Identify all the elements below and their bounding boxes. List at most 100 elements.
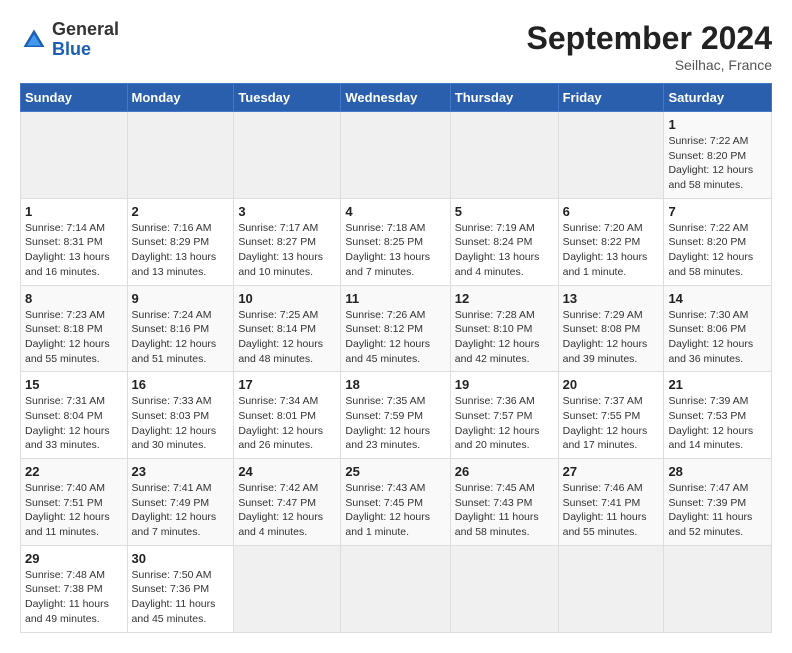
page-header: General Blue September 2024 Seilhac, Fra… xyxy=(20,20,772,73)
logo-general-text: General xyxy=(52,19,119,39)
calendar-week-row: 29Sunrise: 7:48 AMSunset: 7:38 PMDayligh… xyxy=(21,545,772,632)
calendar-cell: 19Sunrise: 7:36 AMSunset: 7:57 PMDayligh… xyxy=(450,372,558,459)
day-info: Sunrise: 7:31 AMSunset: 8:04 PMDaylight:… xyxy=(25,395,110,451)
calendar-cell xyxy=(558,545,664,632)
calendar-cell: 21Sunrise: 7:39 AMSunset: 7:53 PMDayligh… xyxy=(664,372,772,459)
day-number: 27 xyxy=(563,464,660,479)
day-info: Sunrise: 7:24 AMSunset: 8:16 PMDaylight:… xyxy=(132,309,217,365)
weekday-header-monday: Monday xyxy=(127,84,234,112)
day-number: 19 xyxy=(455,377,554,392)
month-title: September 2024 xyxy=(527,20,772,57)
day-number: 16 xyxy=(132,377,230,392)
day-number: 3 xyxy=(238,204,336,219)
day-number: 9 xyxy=(132,291,230,306)
calendar-cell: 10 Sunrise: 7:25 AMSunset: 8:14 PMDayligh… xyxy=(234,285,341,372)
day-info: Sunrise: 7:48 AMSunset: 7:38 PMDaylight:… xyxy=(25,569,109,625)
day-number: 7 xyxy=(668,204,767,219)
calendar-cell: 15 Sunrise: 7:31 AMSunset: 8:04 PMDayligh… xyxy=(21,372,128,459)
calendar-cell: 24 Sunrise: 7:42 AMSunset: 7:47 PMDayligh… xyxy=(234,459,341,546)
calendar-cell xyxy=(21,112,128,199)
day-number: 24 xyxy=(238,464,336,479)
day-number: 6 xyxy=(563,204,660,219)
day-number: 23 xyxy=(132,464,230,479)
calendar-cell: 27 Sunrise: 7:46 AMSunset: 7:41 PMDayligh… xyxy=(558,459,664,546)
day-info: Sunrise: 7:50 AMSunset: 7:36 PMDaylight:… xyxy=(132,569,216,625)
calendar-cell: 2Sunrise: 7:16 AMSunset: 8:29 PMDaylight… xyxy=(127,198,234,285)
day-info: Sunrise: 7:17 AMSunset: 8:27 PMDaylight:… xyxy=(238,222,323,278)
day-number: 1 xyxy=(668,117,767,132)
day-info: Sunrise: 7:46 AMSunset: 7:41 PMDaylight:… xyxy=(563,482,647,538)
day-info: Sunrise: 7:35 AMSunset: 7:59 PMDaylight:… xyxy=(345,395,430,451)
day-number: 2 xyxy=(132,204,230,219)
calendar-cell: 6 Sunrise: 7:20 AMSunset: 8:22 PMDaylight… xyxy=(558,198,664,285)
calendar-cell: 9 Sunrise: 7:24 AMSunset: 8:16 PMDaylight… xyxy=(127,285,234,372)
day-info: Sunrise: 7:26 AMSunset: 8:12 PMDaylight:… xyxy=(345,309,430,365)
location: Seilhac, France xyxy=(527,57,772,73)
day-number: 17 xyxy=(238,377,336,392)
calendar-cell: 5 Sunrise: 7:19 AMSunset: 8:24 PMDaylight… xyxy=(450,198,558,285)
calendar-cell: 1Sunrise: 7:14 AMSunset: 8:31 PMDaylight… xyxy=(21,198,128,285)
calendar-cell: 13Sunrise: 7:29 AMSunset: 8:08 PMDayligh… xyxy=(558,285,664,372)
calendar-cell xyxy=(341,112,450,199)
calendar-cell: 25Sunrise: 7:43 AMSunset: 7:45 PMDayligh… xyxy=(341,459,450,546)
calendar-cell: 3 Sunrise: 7:17 AMSunset: 8:27 PMDaylight… xyxy=(234,198,341,285)
day-number: 10 xyxy=(238,291,336,306)
day-number: 11 xyxy=(345,291,445,306)
day-info: Sunrise: 7:23 AMSunset: 8:18 PMDaylight:… xyxy=(25,309,110,365)
day-info: Sunrise: 7:37 AMSunset: 7:55 PMDaylight:… xyxy=(563,395,648,451)
calendar-cell: 23 Sunrise: 7:41 AMSunset: 7:49 PMDayligh… xyxy=(127,459,234,546)
day-info: Sunrise: 7:20 AMSunset: 8:22 PMDaylight:… xyxy=(563,222,648,278)
calendar-table: SundayMondayTuesdayWednesdayThursdayFrid… xyxy=(20,83,772,633)
day-info: Sunrise: 7:14 AMSunset: 8:31 PMDaylight:… xyxy=(25,222,110,278)
calendar-cell: 1 Sunrise: 7:22 AMSunset: 8:20 PMDaylight… xyxy=(664,112,772,199)
calendar-cell xyxy=(450,112,558,199)
logo-blue-text: Blue xyxy=(52,39,91,59)
day-number: 18 xyxy=(345,377,445,392)
weekday-header-saturday: Saturday xyxy=(664,84,772,112)
calendar-cell: 17 Sunrise: 7:34 AMSunset: 8:01 PMDayligh… xyxy=(234,372,341,459)
calendar-week-row: 1Sunrise: 7:14 AMSunset: 8:31 PMDaylight… xyxy=(21,198,772,285)
calendar-cell: 14Sunrise: 7:30 AMSunset: 8:06 PMDayligh… xyxy=(664,285,772,372)
day-info: Sunrise: 7:34 AMSunset: 8:01 PMDaylight:… xyxy=(238,395,323,451)
day-number: 5 xyxy=(455,204,554,219)
day-info: Sunrise: 7:22 AMSunset: 8:20 PMDaylight:… xyxy=(668,135,753,191)
day-info: Sunrise: 7:43 AMSunset: 7:45 PMDaylight:… xyxy=(345,482,430,538)
calendar-week-row: 22Sunrise: 7:40 AMSunset: 7:51 PMDayligh… xyxy=(21,459,772,546)
calendar-cell xyxy=(450,545,558,632)
weekday-header-friday: Friday xyxy=(558,84,664,112)
day-number: 30 xyxy=(132,551,230,566)
calendar-week-row: 8 Sunrise: 7:23 AMSunset: 8:18 PMDaylight… xyxy=(21,285,772,372)
weekday-header-wednesday: Wednesday xyxy=(341,84,450,112)
day-info: Sunrise: 7:40 AMSunset: 7:51 PMDaylight:… xyxy=(25,482,110,538)
weekday-header-thursday: Thursday xyxy=(450,84,558,112)
day-info: Sunrise: 7:18 AMSunset: 8:25 PMDaylight:… xyxy=(345,222,430,278)
logo-icon xyxy=(20,26,48,54)
title-block: September 2024 Seilhac, France xyxy=(527,20,772,73)
calendar-cell: 4Sunrise: 7:18 AMSunset: 8:25 PMDaylight… xyxy=(341,198,450,285)
calendar-cell: 26Sunrise: 7:45 AMSunset: 7:43 PMDayligh… xyxy=(450,459,558,546)
calendar-cell: 30 Sunrise: 7:50 AMSunset: 7:36 PMDayligh… xyxy=(127,545,234,632)
calendar-cell: 8 Sunrise: 7:23 AMSunset: 8:18 PMDaylight… xyxy=(21,285,128,372)
day-info: Sunrise: 7:41 AMSunset: 7:49 PMDaylight:… xyxy=(132,482,217,538)
calendar-cell xyxy=(341,545,450,632)
calendar-cell: 18 Sunrise: 7:35 AMSunset: 7:59 PMDayligh… xyxy=(341,372,450,459)
day-number: 28 xyxy=(668,464,767,479)
calendar-cell: 29Sunrise: 7:48 AMSunset: 7:38 PMDayligh… xyxy=(21,545,128,632)
day-info: Sunrise: 7:19 AMSunset: 8:24 PMDaylight:… xyxy=(455,222,540,278)
day-number: 14 xyxy=(668,291,767,306)
calendar-cell: 11 Sunrise: 7:26 AMSunset: 8:12 PMDayligh… xyxy=(341,285,450,372)
calendar-cell: 7Sunrise: 7:22 AMSunset: 8:20 PMDaylight… xyxy=(664,198,772,285)
day-info: Sunrise: 7:47 AMSunset: 7:39 PMDaylight:… xyxy=(668,482,752,538)
weekday-header-sunday: Sunday xyxy=(21,84,128,112)
weekday-header-row: SundayMondayTuesdayWednesdayThursdayFrid… xyxy=(21,84,772,112)
day-info: Sunrise: 7:42 AMSunset: 7:47 PMDaylight:… xyxy=(238,482,323,538)
day-info: Sunrise: 7:39 AMSunset: 7:53 PMDaylight:… xyxy=(668,395,753,451)
day-number: 12 xyxy=(455,291,554,306)
day-number: 15 xyxy=(25,377,123,392)
day-info: Sunrise: 7:25 AMSunset: 8:14 PMDaylight:… xyxy=(238,309,323,365)
calendar-cell: 20Sunrise: 7:37 AMSunset: 7:55 PMDayligh… xyxy=(558,372,664,459)
calendar-cell xyxy=(127,112,234,199)
calendar-cell: 28 Sunrise: 7:47 AMSunset: 7:39 PMDayligh… xyxy=(664,459,772,546)
day-info: Sunrise: 7:28 AMSunset: 8:10 PMDaylight:… xyxy=(455,309,540,365)
day-number: 8 xyxy=(25,291,123,306)
